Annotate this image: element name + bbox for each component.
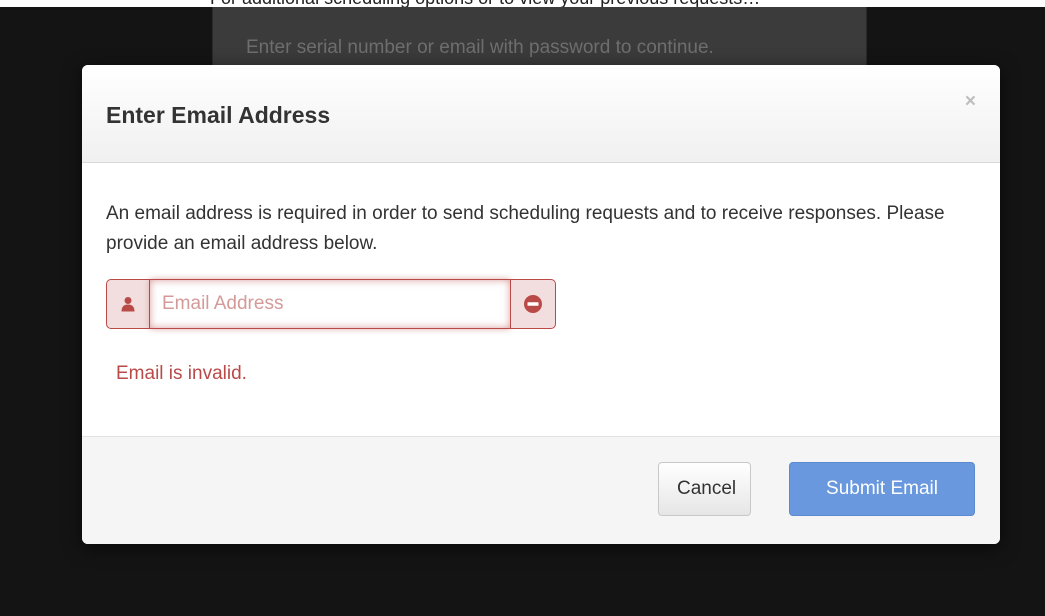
email-input[interactable]	[150, 279, 510, 329]
close-icon[interactable]: ×	[965, 92, 976, 111]
submit-email-button[interactable]: Submit Email	[789, 462, 975, 516]
clear-input-addon[interactable]	[510, 279, 556, 329]
email-modal: Enter Email Address × An email address i…	[82, 65, 1000, 544]
modal-description: An email address is required in order to…	[106, 203, 945, 254]
email-input-group	[106, 279, 556, 329]
minus-circle-icon	[524, 295, 542, 313]
modal-body: An email address is required in order to…	[82, 163, 1000, 435]
modal-title: Enter Email Address	[106, 102, 331, 128]
modal-footer: Cancel Submit Email	[82, 436, 1000, 544]
modal-header: Enter Email Address ×	[82, 65, 1000, 163]
top-strip: For additional scheduling options or to …	[0, 0, 1045, 8]
user-icon-addon	[106, 279, 150, 329]
validation-error: Email is invalid.	[116, 363, 247, 384]
user-icon	[121, 297, 135, 312]
cancel-button[interactable]: Cancel	[658, 462, 751, 516]
background-panel-text: Enter serial number or email with passwo…	[246, 37, 714, 58]
